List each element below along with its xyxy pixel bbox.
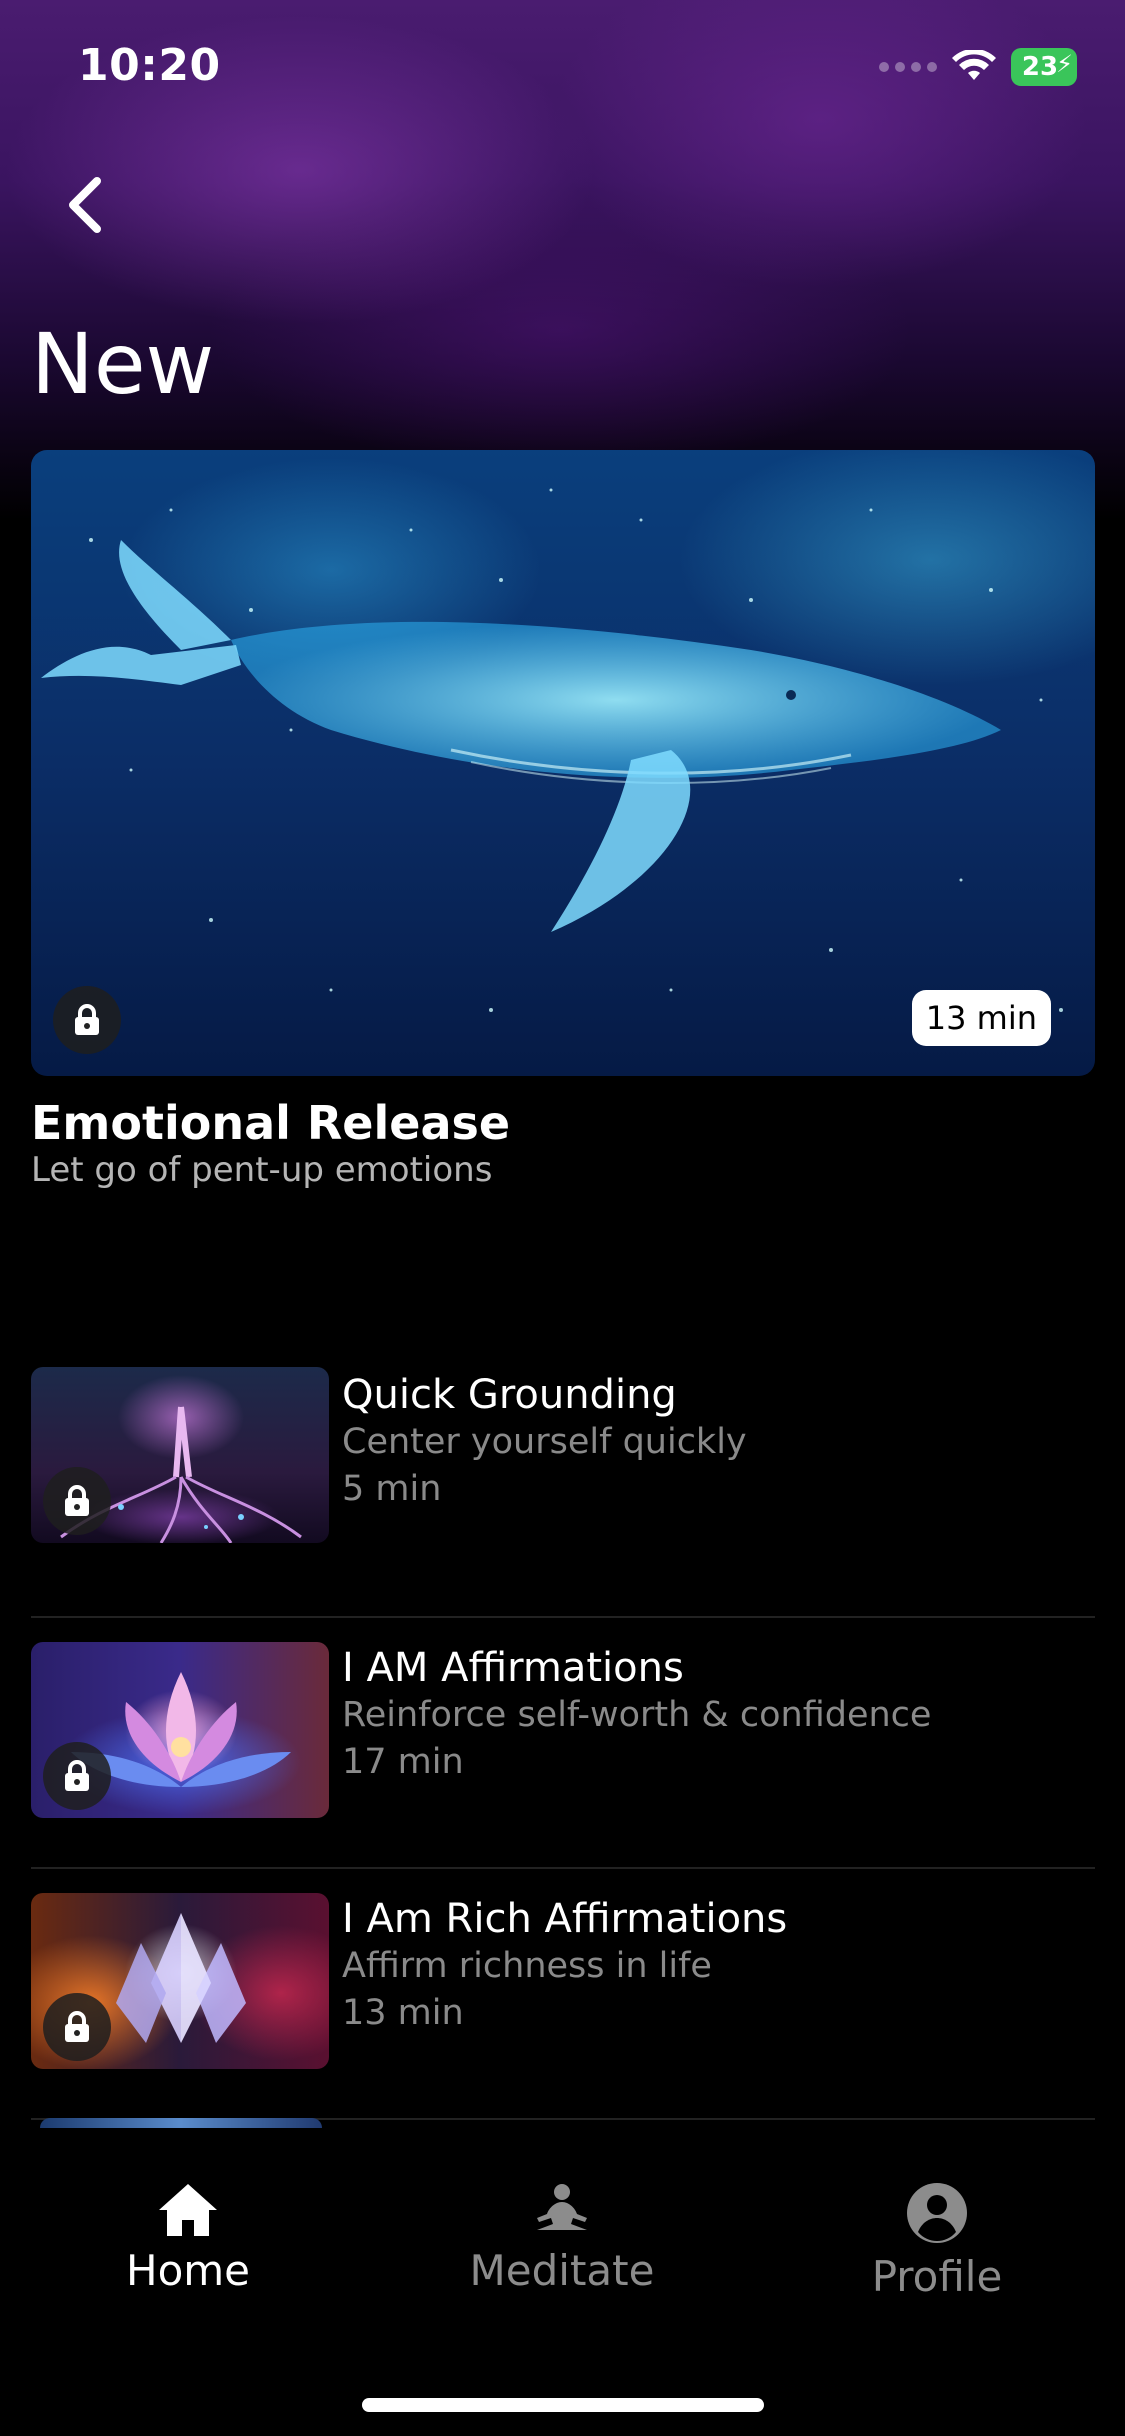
list-item[interactable]: I Am Rich Affirmations Affirm richness i… [31,1869,1095,2120]
tab-label: Home [125,2246,251,2295]
lock-icon [43,1993,111,2061]
item-title: I Am Rich Affirmations [342,1896,788,1942]
item-title: I AM Affirmations [342,1645,684,1691]
tab-label: Meditate [469,2246,655,2295]
meditation-list: Quick Grounding Center yourself quickly … [31,1367,1095,2120]
battery-level: 23 [1021,52,1059,82]
item-thumbnail [31,1642,329,1818]
next-item-thumbnail-partial [40,2118,322,2128]
tab-home[interactable]: Home [38,2182,338,2295]
list-item[interactable]: Quick Grounding Center yourself quickly … [31,1367,1095,1618]
status-indicators: 23 ⚡ [879,48,1077,86]
list-item[interactable]: I AM Affirmations Reinforce self-worth &… [31,1618,1095,1869]
item-subtitle: Center yourself quickly [342,1422,747,1462]
tab-profile[interactable]: Profile [787,2182,1087,2301]
charging-bolt-icon: ⚡ [1056,50,1073,78]
cellular-signal-icon [879,62,937,72]
featured-image [41,488,1063,1012]
wifi-icon [952,50,996,80]
item-title: Quick Grounding [342,1372,677,1418]
tab-meditate[interactable]: Meditate [412,2182,712,2295]
lock-icon [43,1467,111,1535]
status-time: 10:20 [78,40,221,91]
item-duration: 13 min [342,1993,464,2033]
chevron-left-icon [69,177,101,233]
item-thumbnail [31,1367,329,1543]
item-thumbnail [31,1893,329,2069]
lock-icon [53,986,121,1054]
meditate-icon [537,2184,587,2230]
item-duration: 17 min [342,1742,464,1782]
bottom-tab-bar: Home Meditate Profile [0,2130,1125,2436]
battery-icon: 23 ⚡ [1011,48,1077,86]
item-subtitle: Reinforce self-worth & confidence [342,1695,932,1735]
tab-label: Profile [871,2252,1003,2301]
profile-icon [907,2183,967,2243]
item-subtitle: Affirm richness in life [342,1946,712,1986]
home-icon [159,2184,217,2236]
page-title: New [31,315,215,413]
item-duration: 5 min [342,1469,442,1509]
screen: 10:20 23 ⚡ New 13 min Emotional Release … [0,0,1125,2436]
featured-subtitle: Let go of pent-up emotions [31,1150,493,1190]
back-button[interactable] [40,160,130,250]
home-indicator[interactable] [362,2398,764,2412]
duration-badge: 13 min [911,990,1051,1046]
featured-meditation-card[interactable]: 13 min [31,450,1095,1076]
lock-icon [43,1742,111,1810]
featured-title[interactable]: Emotional Release [31,1096,510,1151]
